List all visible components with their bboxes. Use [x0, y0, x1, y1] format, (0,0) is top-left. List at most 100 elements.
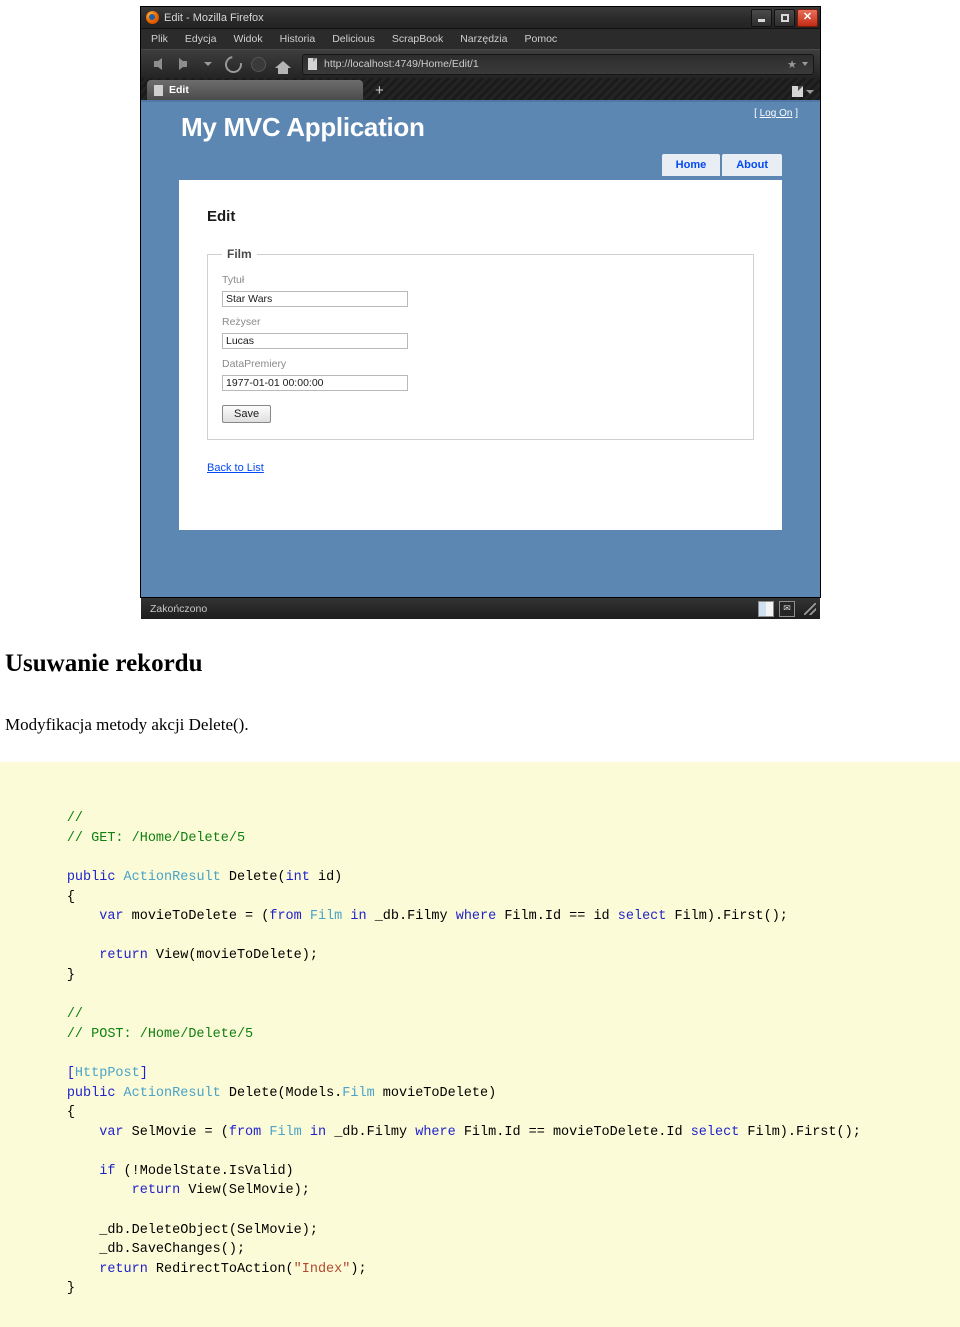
tab-chevron-down-icon[interactable]: [806, 89, 814, 94]
code-line: return View(movieToDelete);: [2, 946, 960, 966]
forward-button[interactable]: [172, 54, 194, 75]
mail-icon[interactable]: ✉: [779, 600, 795, 617]
content-card: Edit Film Tytuł Reżyser DataPremiery Sav…: [179, 180, 782, 530]
home-button[interactable]: [272, 54, 294, 75]
close-button[interactable]: ✕: [797, 8, 818, 27]
arrow-right-icon: [179, 58, 187, 70]
menu-item-widok[interactable]: Widok: [233, 33, 262, 45]
code-token: HttpPost: [74, 1065, 140, 1081]
input-datapremiery[interactable]: [222, 375, 408, 391]
code-token: in: [309, 1124, 327, 1140]
back-to-list-link[interactable]: Back to List: [207, 462, 264, 474]
menu-item-scrapbook[interactable]: ScrapBook: [392, 33, 443, 45]
stop-icon: [250, 56, 266, 72]
reload-button[interactable]: [221, 52, 245, 76]
menu-item-historia[interactable]: Historia: [280, 33, 316, 45]
code-content: // // GET: /Home/Delete/5 public ActionR…: [0, 809, 960, 1299]
sidebar-panel-icon[interactable]: [758, 600, 774, 617]
page-icon: [308, 58, 317, 70]
tab-edit[interactable]: Edit: [147, 80, 363, 100]
tab-strip: Edit +: [141, 78, 820, 102]
list-all-tabs-icon[interactable]: [792, 86, 803, 97]
input-rezyser[interactable]: [222, 333, 408, 349]
code-token: Film: [269, 1124, 302, 1140]
firefox-browser-window: Edit - Mozilla Firefox ✕ Plik Edycja Wid…: [140, 6, 821, 619]
code-line: [HttpPost]: [2, 1064, 960, 1084]
code-token: in: [350, 909, 367, 925]
code-token: select: [690, 1124, 740, 1140]
code-token: // GET: /Home/Delete/5: [66, 830, 246, 846]
code-token: {: [2, 1105, 75, 1121]
reload-icon: [221, 52, 245, 76]
code-token: public: [66, 869, 116, 885]
code-token: from: [269, 909, 302, 925]
save-button[interactable]: Save: [222, 405, 272, 423]
code-token: Delete(: [220, 869, 286, 885]
navigation-toolbar: http://localhost:4749/Home/Edit/1 ★: [141, 49, 820, 78]
stop-button[interactable]: [247, 54, 269, 75]
site-header: [ Log On ] My MVC Application Home About: [141, 102, 820, 180]
address-bar[interactable]: http://localhost:4749/Home/Edit/1 ★: [302, 53, 814, 75]
code-token: if: [99, 1163, 116, 1179]
window-titlebar: Edit - Mozilla Firefox ✕: [141, 7, 820, 29]
nav-tab-home[interactable]: Home: [661, 154, 721, 176]
code-token: return: [99, 948, 148, 964]
menu-item-edycja[interactable]: Edycja: [185, 33, 217, 45]
minimize-button[interactable]: [751, 8, 772, 27]
page-title: Edit: [207, 208, 236, 225]
page-viewport: [ Log On ] My MVC Application Home About…: [141, 102, 820, 597]
code-token: );: [350, 1261, 367, 1277]
code-block: // // GET: /Home/Delete/5 public ActionR…: [0, 762, 960, 1327]
code-token: _db.Filmy: [326, 1124, 416, 1140]
code-token: View(SelMovie);: [180, 1183, 310, 1199]
input-tytul[interactable]: [222, 291, 408, 307]
home-icon: [275, 60, 291, 74]
url-text: http://localhost:4749/Home/Edit/1: [324, 58, 479, 70]
maximize-icon: [780, 13, 789, 22]
code-token: var: [99, 1124, 124, 1140]
logon-link[interactable]: Log On: [760, 108, 793, 119]
menu-item-delicious[interactable]: Delicious: [332, 33, 375, 45]
code-line: //: [2, 809, 960, 829]
back-button[interactable]: [147, 54, 169, 75]
code-token: }: [2, 967, 75, 983]
site-title: My MVC Application: [181, 112, 425, 142]
code-token: where: [455, 909, 497, 925]
label-datapremiery: DataPremiery: [222, 358, 287, 370]
tab-list-all-area: [792, 86, 814, 97]
code-token: ]: [139, 1065, 148, 1081]
code-line: //: [2, 1005, 960, 1025]
document-heading: Usuwanie rekordu: [5, 650, 203, 677]
menu-item-narzedzia[interactable]: Narzędzia: [460, 33, 507, 45]
bookmark-star-icon[interactable]: ★: [787, 58, 797, 71]
fieldset-legend: Film: [227, 247, 252, 261]
minimize-icon: [758, 18, 765, 22]
menu-item-pomoc[interactable]: Pomoc: [524, 33, 557, 45]
code-line: }: [2, 1279, 960, 1299]
address-dropdown-icon[interactable]: [802, 62, 808, 66]
code-token: Film.Id == movieToDelete.Id: [455, 1124, 691, 1140]
menu-item-plik[interactable]: Plik: [151, 33, 168, 45]
new-tab-button[interactable]: +: [375, 83, 384, 98]
code-token: //: [66, 811, 84, 827]
code-token: (!ModelState.IsValid): [115, 1163, 294, 1179]
history-dropdown-button[interactable]: [197, 54, 219, 75]
resize-grip-icon[interactable]: [804, 602, 816, 615]
code-token: int: [285, 869, 310, 885]
window-title: Edit - Mozilla Firefox: [164, 11, 264, 24]
nav-tab-about[interactable]: About: [722, 154, 782, 176]
maximize-button[interactable]: [774, 8, 795, 27]
